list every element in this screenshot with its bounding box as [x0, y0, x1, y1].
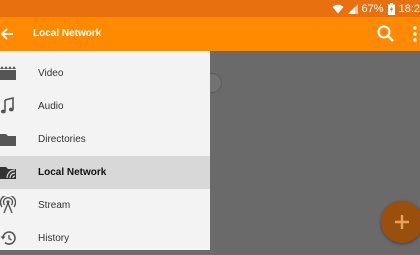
back-button[interactable]	[0, 25, 14, 43]
nav-item-label: Local Network	[38, 167, 107, 178]
status-icons: 67% 18:2	[332, 0, 420, 17]
nav-item-label: Directories	[38, 134, 86, 145]
history-icon	[0, 231, 16, 245]
nav-item-directories[interactable]: Directories	[0, 123, 210, 156]
nav-item-stream[interactable]: Stream	[0, 189, 210, 222]
nav-item-video[interactable]: Video	[0, 57, 210, 90]
nav-item-audio[interactable]: Audio	[0, 90, 210, 123]
more-options-button[interactable]	[410, 24, 420, 44]
nav-item-label: Audio	[38, 101, 64, 112]
page-title: Local Network	[33, 28, 102, 39]
nav-item-local-network[interactable]: Local Network	[0, 156, 210, 189]
add-fab-button[interactable]	[381, 201, 420, 243]
battery-percent: 67%	[361, 2, 384, 15]
nav-item-history[interactable]: History	[0, 222, 210, 255]
search-icon	[377, 25, 394, 42]
folder-icon	[0, 134, 16, 146]
clock: 18:2	[398, 2, 420, 15]
stream-antenna-icon	[0, 196, 16, 214]
nav-item-label: Stream	[38, 200, 71, 211]
search-button[interactable]	[376, 24, 396, 44]
plus-icon	[395, 215, 409, 229]
battery-icon	[387, 2, 395, 15]
wifi-icon	[332, 4, 344, 13]
arrow-back-icon	[0, 28, 13, 40]
video-icon	[0, 66, 16, 80]
more-vert-icon	[413, 26, 417, 42]
network-folder-icon	[0, 167, 16, 179]
navigation-drawer: Video Audio Directories Local Network St…	[0, 51, 210, 250]
nav-item-label: History	[38, 233, 70, 244]
music-note-icon	[0, 97, 14, 114]
nav-item-label: Video	[38, 68, 64, 79]
toolbar: Local Network	[0, 17, 420, 51]
signal-icon	[347, 3, 358, 14]
status-bar: 67% 18:2	[0, 0, 420, 17]
